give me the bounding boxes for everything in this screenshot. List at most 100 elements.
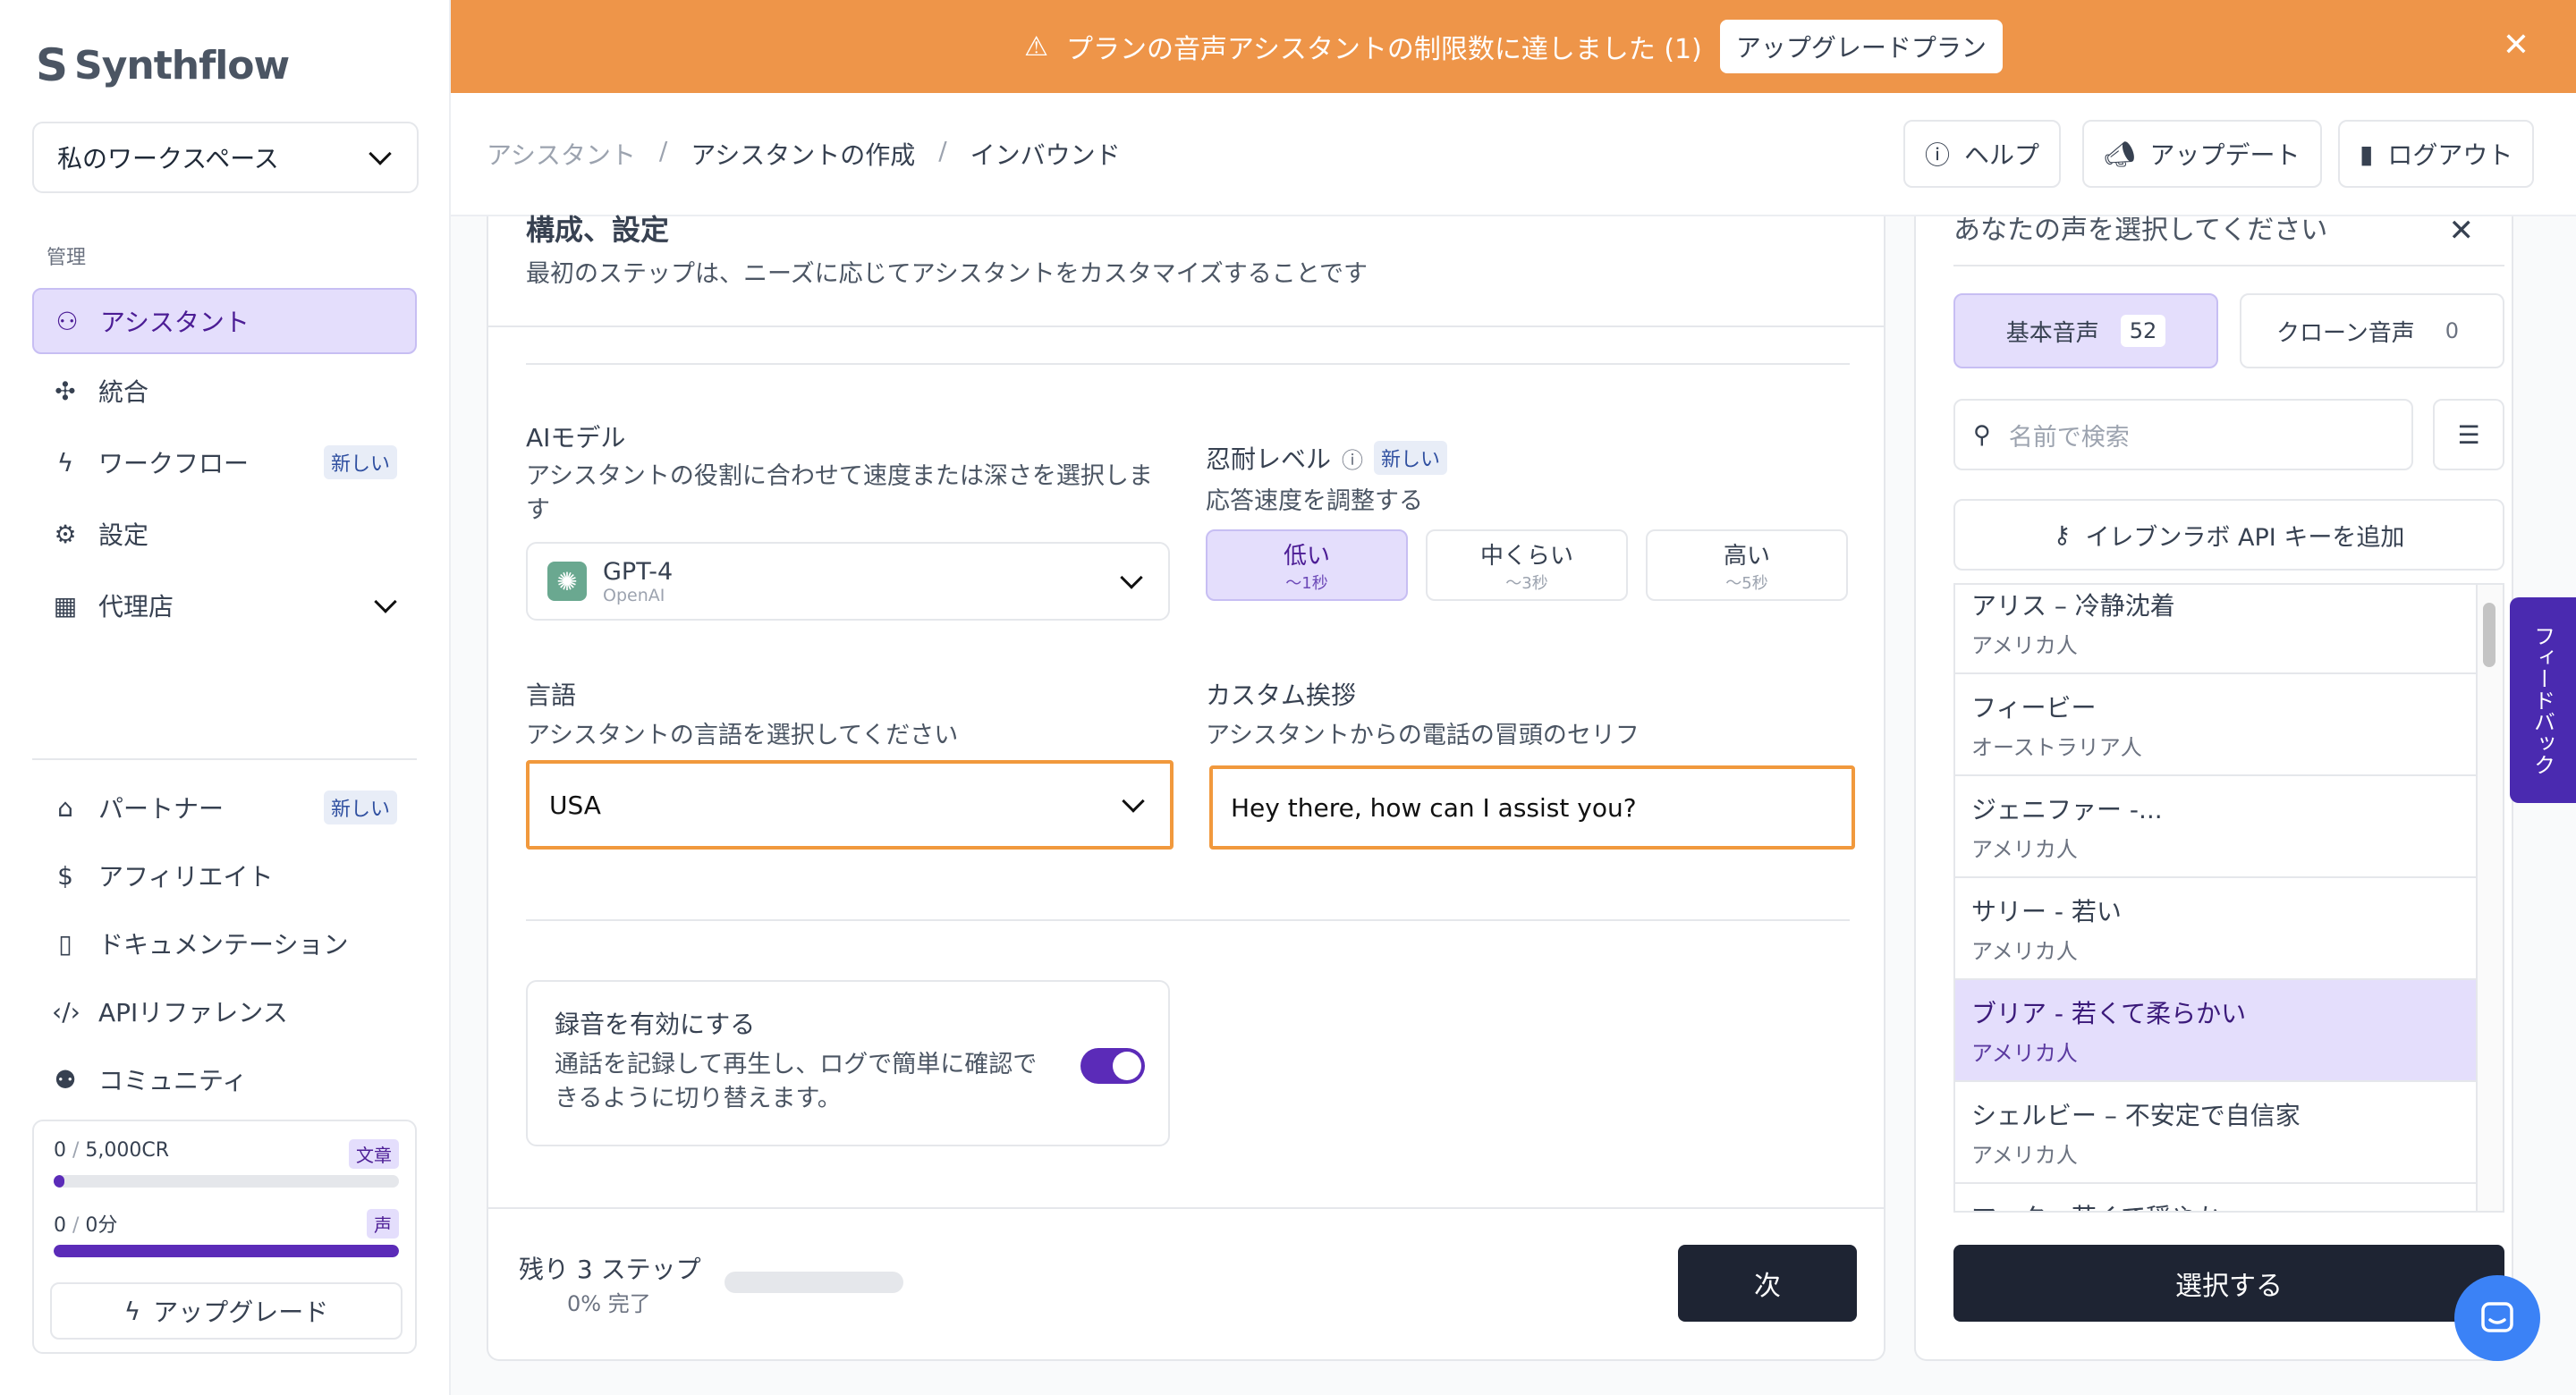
divider [526,363,1850,365]
voice-list: アリス – 冷静沈着 アメリカ人 フィービー オーストラリア人 ジェニファー -… [1953,583,2504,1213]
new-badge: 新しい [323,790,397,824]
chevron-down-icon [1120,566,1143,589]
bolt-icon: ϟ [56,447,74,478]
progress-text: 0% 完了 [567,1291,651,1316]
patience-medium[interactable]: 中くらい 〜3秒 [1426,529,1628,601]
language-label: 言語 [526,681,577,710]
divider [1953,265,2504,266]
greeting-label: カスタム挨拶 [1206,681,1357,710]
section-label: 管理 [47,247,87,269]
megaphone-icon: 📣︎ [2104,139,2136,169]
limit-banner: ⚠ プランの音声アシスタントの制限数に達しました (1) アップグレードプラン … [451,0,2576,93]
close-icon[interactable]: ✕ [2503,27,2529,63]
model-desc: アシスタントの役割に合わせて速度または深さを選択します [526,462,1153,524]
list-item[interactable]: シェルビー – 不安定で自信家 アメリカ人 [1955,1082,2479,1184]
users-icon: ⚉ [54,1064,77,1095]
search-icon: ⚲ [1973,420,1991,449]
recording-desc: 通話を記録して再生し、ログで簡単に確認できるように切り替えます。 [555,1051,1038,1112]
language-desc: アシスタントの言語を選択してください [526,722,959,749]
text-usage-row: 0 / 5,000CR 文章 [54,1139,399,1169]
usage-card: 0 / 5,000CR 文章 0 / 0分 声 ϟ アップグレード [32,1120,417,1354]
recording-toggle[interactable] [1080,1048,1145,1084]
list-item[interactable]: フィービー オーストラリア人 [1955,674,2479,776]
logout-icon: ▮ [2360,139,2374,169]
new-badge: 新しい [323,445,397,479]
building-icon: ▦ [53,590,78,621]
sidebar-item-community[interactable]: ⚉ コミュニティ [32,1046,417,1112]
tab-basic-voices[interactable]: 基本音声 52 [1953,293,2218,368]
sidebar-item-agency[interactable]: ▦ 代理店 [32,572,417,638]
question-icon: ⓘ [1925,140,1951,170]
filter-button[interactable]: ☰ [2433,399,2504,470]
updates-button[interactable]: 📣︎ アップデート [2082,120,2322,188]
patience-label-row: 忍耐レベル ⓘ 新しい [1206,440,1448,476]
recording-card: 録音を有効にする 通話を記録して再生し、ログで簡単に確認できるように切り替えます… [526,980,1170,1146]
divider [488,1207,1884,1209]
next-button[interactable]: 次 [1678,1245,1857,1322]
upgrade-button[interactable]: ϟ アップグレード [50,1282,402,1340]
document-icon: ▯ [58,928,72,959]
patience-desc: 応答速度を調整する [1206,487,1423,515]
sidebar-item-settings[interactable]: ⚙ 設定 [32,501,417,567]
list-item[interactable]: マーク - 若くて穏やか [1955,1184,2479,1211]
choose-voice-button[interactable]: 選択する [1953,1245,2504,1322]
sidebar-item-api-reference[interactable]: ‹/› APIリファレンス [32,978,417,1044]
chevron-down-icon [374,590,397,613]
page-title: 構成、設定 [526,213,670,247]
voice-search-input[interactable]: ⚲ 名前で検索 [1953,399,2413,470]
voice-usage-tag: 声 [367,1209,399,1239]
sidebar-item-assistants[interactable]: ⚇ アシスタント [32,288,417,354]
steps-left: 残り 3 ステップ [519,1255,701,1284]
patience-high[interactable]: 高い 〜5秒 [1646,529,1848,601]
sidebar-item-integrations[interactable]: ✣ 統合 [32,358,417,424]
voice-usage-bar [54,1245,399,1257]
help-button[interactable]: ⓘ ヘルプ [1903,120,2062,188]
workspace-selector[interactable]: 私のワークスペース [32,122,419,193]
progress-bar [724,1272,903,1293]
help-circle-icon[interactable]: ⓘ [1342,443,1363,474]
voice-usage-row: 0 / 0分 声 [54,1209,399,1239]
breadcrumb-assistants[interactable]: アシスタント [487,136,636,172]
list-item[interactable]: サリー - 若い アメリカ人 [1955,878,2479,980]
model-select[interactable]: ✺ GPT-4 OpenAI [526,542,1170,621]
sidebar-item-workflows[interactable]: ϟ ワークフロー 新しい [32,429,417,495]
top-header: アシスタント / アシスタントの作成 / インバウンド ⓘ ヘルプ 📣︎ アップ… [451,93,2576,216]
breadcrumb-create[interactable]: アシスタントの作成 [691,136,915,172]
add-elevenlabs-key-button[interactable]: ⚷ イレブンラボ API キーを追加 [1953,499,2504,571]
list-item[interactable]: アリス – 冷静沈着 アメリカ人 [1955,585,2479,674]
assistant-config-card: 構成、設定 最初のステップは、ニーズに応じてアシスタントをカスタマイズすることで… [487,213,1885,1361]
key-icon: ⚷ [2053,520,2072,549]
warning-icon: ⚠ [1024,30,1049,63]
sidebar: S Synthflow 私のワークスペース 管理 ⚇ アシスタント ✣ 統合 ϟ… [0,0,451,1395]
feedback-tab[interactable]: フィードバック [2510,597,2576,803]
close-icon[interactable]: ✕ [2449,213,2475,249]
chat-launcher[interactable] [2454,1275,2540,1361]
voice-panel: あなたの声を選択してください ✕ 基本音声 52 クローン音声 0 ⚲ 名前で検… [1914,213,2513,1361]
recording-label: 録音を有効にする [555,1010,756,1039]
text-usage-tag: 文章 [349,1139,399,1169]
language-select[interactable]: USA [526,760,1174,850]
model-label: AIモデル [526,423,626,452]
puzzle-icon: ✣ [55,376,76,406]
chevron-down-icon [1122,790,1145,813]
sidebar-item-docs[interactable]: ▯ ドキュメンテーション [32,910,417,976]
scrollbar[interactable] [2476,585,2503,1211]
sidebar-item-affiliate[interactable]: $ アフィリエイト [32,842,417,909]
synthflow-logo[interactable]: S Synthflow [36,39,290,91]
store-icon: ⌂ [57,792,73,823]
sidebar-item-partners[interactable]: ⌂ パートナー 新しい [32,774,417,841]
text-usage-bar [54,1175,399,1188]
voice-panel-title: あなたの声を選択してください [1953,215,2328,246]
sliders-icon: ☰ [2457,419,2480,450]
greeting-desc: アシスタントからの電話の冒頭のセリフ [1206,722,1640,749]
dollar-icon: $ [57,860,73,891]
upgrade-plan-button[interactable]: アップグレードプラン [1719,20,2003,73]
list-item-selected[interactable]: ブリア - 若くて柔らかい アメリカ人 [1955,980,2479,1082]
list-item[interactable]: ジェニファー -... アメリカ人 [1955,776,2479,878]
user-plus-icon: ⚇ [55,306,79,336]
gear-icon: ⚙ [54,519,77,549]
greeting-input[interactable]: Hey there, how can I assist you? [1209,765,1855,850]
logout-button[interactable]: ▮ ログアウト [2338,120,2535,188]
patience-low[interactable]: 低い 〜1秒 [1206,529,1408,601]
tab-cloned-voices[interactable]: クローン音声 0 [2240,293,2504,368]
